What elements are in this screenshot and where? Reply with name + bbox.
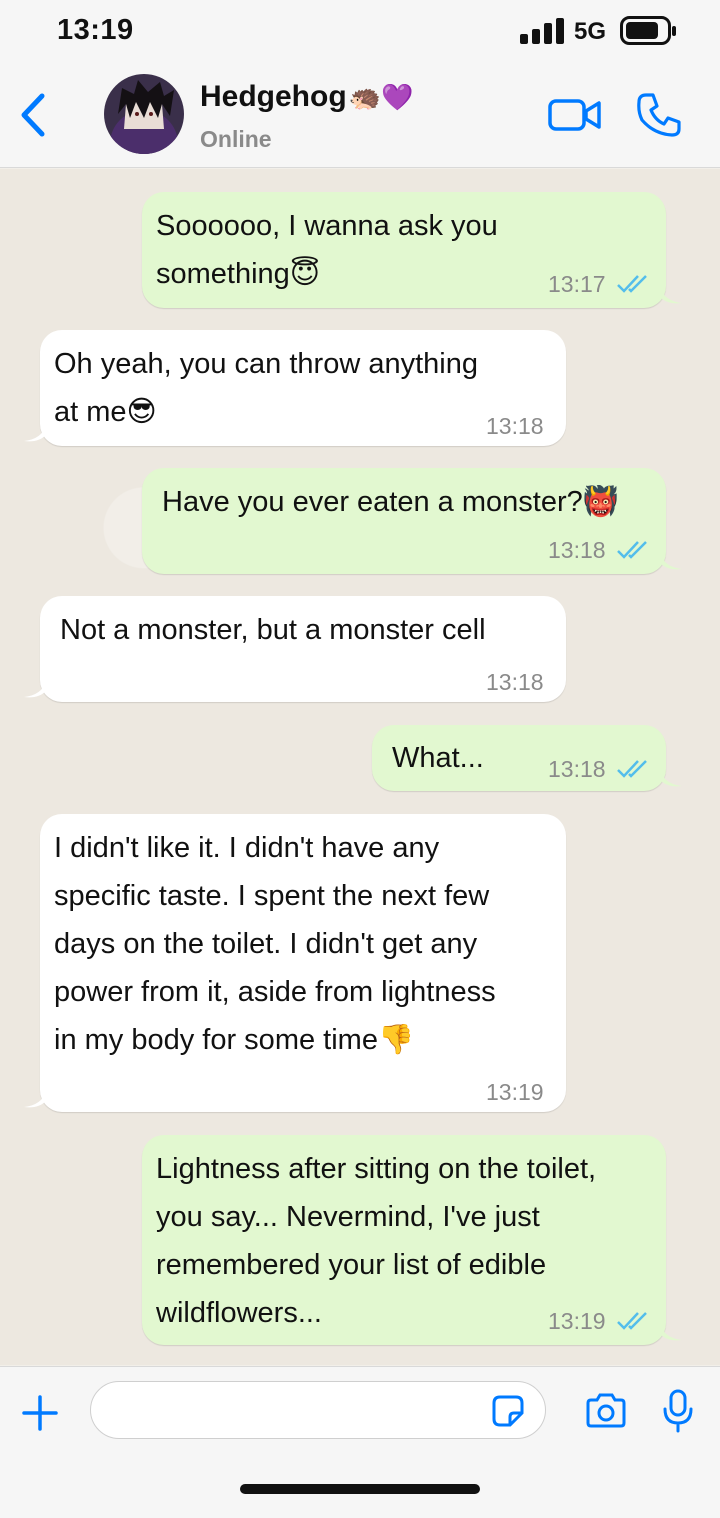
read-receipt-icon [617,760,647,778]
message-text: Lightness after sitting on the toilet, y… [156,1153,597,1329]
incoming-message[interactable]: Oh yeah, you can throw anything at me😎 1… [40,330,566,446]
incoming-message[interactable]: I didn't like it. I didn't have any spec… [40,814,566,1112]
outgoing-message[interactable]: Lightness after sitting on the toilet, y… [142,1135,666,1345]
contact-name-text: Hedgehog [200,80,347,113]
read-receipt-icon [617,541,647,559]
message-input-bar [0,1366,720,1518]
status-bar: 13:19 5G [0,0,720,62]
outgoing-message[interactable]: Soooooo, I wanna ask you something😇 13:1… [142,192,666,308]
home-indicator [240,1484,480,1494]
outgoing-message[interactable]: What... 13:18 [372,725,666,791]
message-time: 13:19 [486,1079,544,1105]
plus-icon[interactable] [22,1395,58,1431]
bubble-tail [24,425,46,442]
read-receipt-icon [617,275,647,293]
bubble-tail [660,770,682,787]
video-camera-icon[interactable] [548,98,602,132]
message-text: I didn't like it. I didn't have any spec… [54,832,496,1056]
message-text: What... [392,742,484,774]
message-text: Have you ever eaten a monster?👹 [162,486,619,518]
contact-name-emoji: 🦔💜 [348,81,414,112]
sticker-icon[interactable] [492,1395,524,1427]
bubble-tail [660,287,682,304]
chat-header: Hedgehog 🦔💜 Online [0,62,720,168]
bubble-tail [24,1091,46,1108]
camera-icon[interactable] [584,1393,628,1429]
incoming-message[interactable]: Not a monster, but a monster cell 13:18 [40,596,566,702]
message-time: 13:17 [548,271,606,297]
message-time: 13:18 [548,756,606,782]
message-text: Not a monster, but a monster cell [60,614,486,646]
contact-status: Online [200,126,272,152]
read-receipt-icon [617,1312,647,1330]
microphone-icon[interactable] [662,1389,694,1433]
status-time: 13:19 [57,14,134,46]
bubble-tail [660,1324,682,1341]
message-time: 13:19 [548,1308,606,1334]
message-time: 13:18 [548,537,606,563]
message-time: 13:18 [486,413,544,439]
bubble-tail [24,681,46,698]
contact-name[interactable]: Hedgehog 🦔💜 [200,80,413,114]
phone-icon[interactable] [636,92,682,138]
message-input[interactable] [90,1381,546,1439]
signal-strength-icon [520,18,564,44]
message-text: Soooooo, I wanna ask you something😇 [156,210,498,290]
battery-icon [620,16,676,45]
chat-area[interactable]: Soooooo, I wanna ask you something😇 13:1… [0,169,720,1365]
message-time: 13:18 [486,669,544,695]
outgoing-message[interactable]: Have you ever eaten a monster?👹 13:18 [142,468,666,574]
avatar-image [104,74,184,154]
chevron-left-icon[interactable] [16,92,48,138]
avatar[interactable] [104,74,184,154]
network-type: 5G [574,18,607,45]
bubble-tail [660,553,682,570]
message-text: Oh yeah, you can throw anything at me😎 [54,348,478,428]
